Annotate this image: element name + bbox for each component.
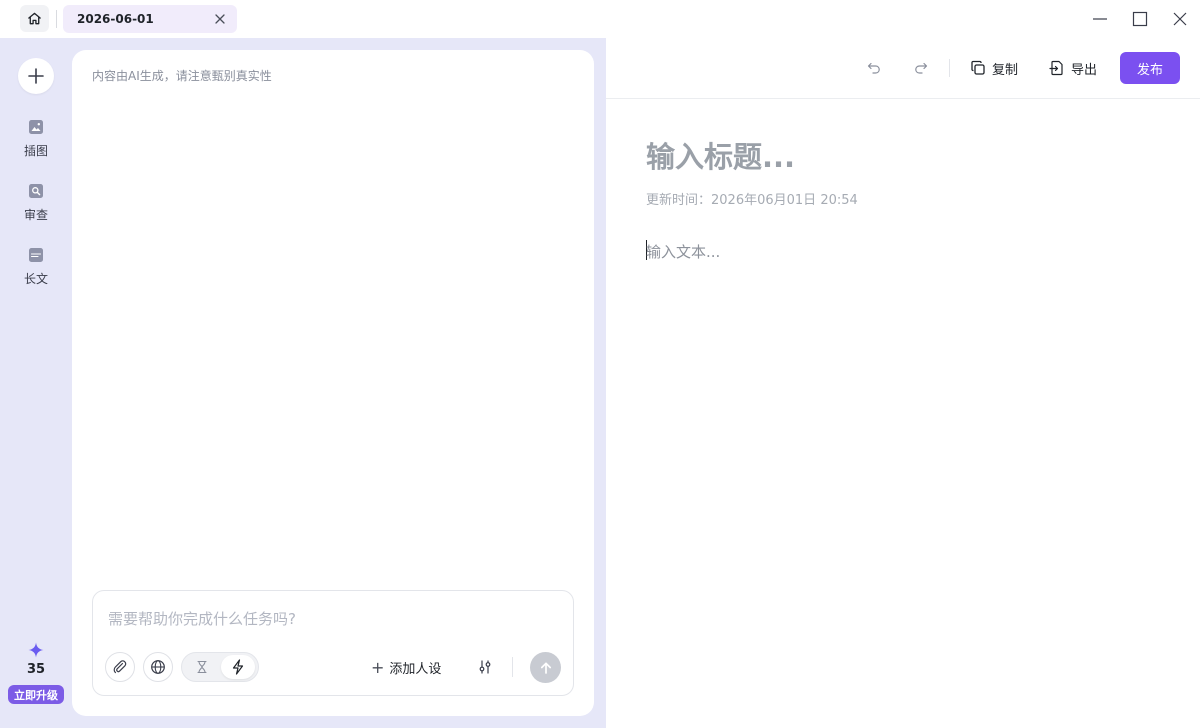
lightning-icon: [232, 659, 244, 675]
globe-icon: [151, 660, 165, 674]
add-persona-label: 添加人设: [389, 661, 442, 677]
arrow-up-icon: [540, 661, 551, 674]
ai-disclaimer: 内容由AI生成，请注意甄别真实性: [92, 69, 272, 83]
fast-mode-option[interactable]: [221, 655, 255, 679]
export-label: 导出: [1071, 62, 1098, 78]
plus-icon: [28, 68, 44, 84]
plus-icon: +: [371, 657, 385, 677]
redo-button[interactable]: [911, 58, 931, 78]
home-button[interactable]: [20, 5, 49, 32]
updated-prefix: 更新时间：: [646, 193, 712, 208]
sliders-icon: [479, 660, 491, 674]
chat-panel: 内容由AI生成，请注意甄别真实性 需要帮助你完成什么任务吗? + 添加人设: [72, 50, 594, 716]
chat-composer: + 添加人设: [92, 590, 574, 696]
minimize-button[interactable]: [1090, 9, 1110, 29]
web-search-button[interactable]: [143, 652, 173, 682]
paperclip-icon: [113, 660, 127, 674]
credits-count: 35: [26, 662, 46, 677]
hourglass-icon: [197, 660, 207, 674]
new-button[interactable]: [18, 58, 54, 94]
mode-toggle: [181, 652, 259, 682]
upgrade-button[interactable]: 立即升级: [8, 685, 64, 704]
publish-button[interactable]: 发布: [1120, 52, 1180, 84]
chat-input[interactable]: [108, 607, 548, 631]
rail-item-label: 审查: [23, 208, 48, 222]
sparkle-icon: [28, 642, 44, 658]
home-icon: [28, 12, 41, 25]
image-icon: [29, 120, 43, 134]
document-title[interactable]: 输入标题...: [646, 134, 795, 176]
rail-item-label: 长文: [23, 272, 48, 286]
close-window-icon: [1173, 12, 1187, 26]
tab-label: 2026-06-01: [77, 12, 154, 26]
close-icon[interactable]: [213, 12, 227, 26]
copy-label: 复制: [992, 62, 1019, 78]
left-rail: 插图 审查 长文 35 立即升级: [0, 38, 72, 728]
rail-item-illustration[interactable]: 插图: [0, 120, 72, 164]
minimize-icon: [1093, 18, 1107, 20]
copy-button[interactable]: 复制: [970, 56, 1018, 80]
toolbar-divider: [949, 59, 950, 77]
rail-item-review[interactable]: 审查: [0, 184, 72, 228]
settings-button[interactable]: [471, 653, 499, 681]
updated-value: 2026年06月01日 20:54: [711, 193, 858, 208]
maximize-button[interactable]: [1130, 9, 1150, 29]
editor-panel: 复制 导出 发布 输入标题... 更新时间：2026年06月01日 20:54 …: [606, 38, 1200, 728]
rail-item-label: 插图: [23, 144, 48, 158]
export-icon: [1049, 60, 1063, 76]
redo-icon: [915, 62, 928, 74]
deep-mode-option[interactable]: [185, 655, 219, 679]
undo-icon: [867, 62, 880, 74]
titlebar-divider: [56, 10, 57, 28]
undo-button[interactable]: [864, 58, 884, 78]
add-persona-button[interactable]: + 添加人设: [371, 653, 441, 681]
close-window-button[interactable]: [1170, 9, 1190, 29]
export-button[interactable]: 导出: [1049, 56, 1097, 80]
tab-document[interactable]: 2026-06-01: [63, 5, 237, 33]
editor-toolbar: 复制 导出 发布: [606, 38, 1200, 99]
updated-time: 更新时间：2026年06月01日 20:54: [646, 189, 858, 208]
attach-button[interactable]: [105, 652, 135, 682]
maximize-icon: [1132, 11, 1148, 27]
document-body[interactable]: 输入文本...: [646, 241, 720, 262]
long-text-icon: [29, 248, 43, 262]
title-bar: 2026-06-01: [0, 0, 1200, 38]
send-button[interactable]: [530, 652, 561, 683]
rail-item-long-text[interactable]: 长文: [0, 248, 72, 292]
review-search-icon: [29, 184, 43, 198]
copy-icon: [971, 60, 985, 75]
composer-divider: [512, 657, 513, 677]
